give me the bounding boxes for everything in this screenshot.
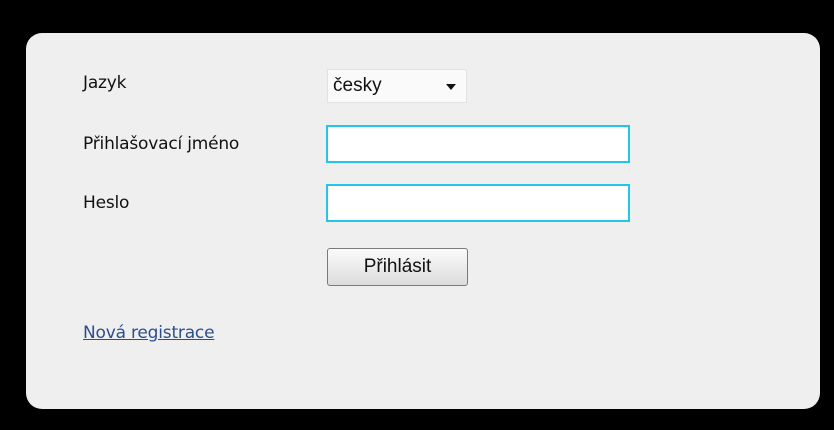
username-input[interactable]	[326, 125, 630, 163]
language-label: Jazyk	[83, 73, 127, 93]
password-input[interactable]	[326, 184, 630, 222]
new-registration-link[interactable]: Nová registrace	[83, 323, 215, 343]
login-button[interactable]: Přihlásit	[327, 248, 468, 286]
language-select[interactable]: česky	[327, 69, 467, 103]
username-label: Přihlašovací jméno	[83, 134, 240, 154]
login-panel: Jazyk česky Přihlašovací jméno Heslo Při…	[26, 33, 820, 409]
chevron-down-icon	[446, 84, 456, 90]
password-label: Heslo	[83, 193, 130, 213]
language-select-value: česky	[333, 75, 382, 96]
